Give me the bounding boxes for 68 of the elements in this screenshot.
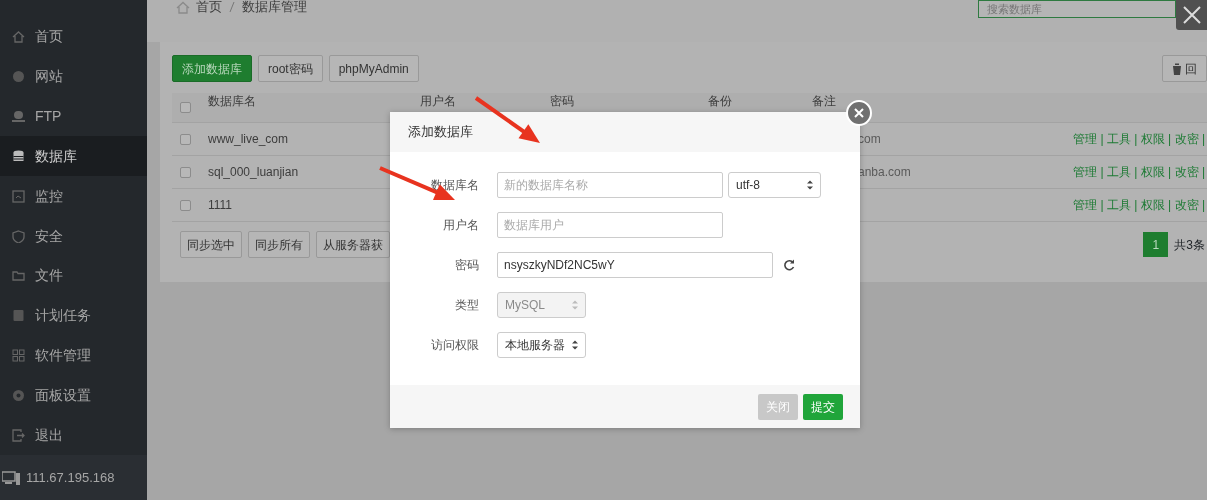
sidebar-item[interactable]: 计划任务 xyxy=(0,295,147,336)
sidebar-item[interactable]: 数据库 xyxy=(0,136,147,177)
page-button[interactable]: 1 xyxy=(1143,232,1169,257)
table-cell-text: anba.com xyxy=(857,164,911,181)
sidebar-item[interactable]: 软件管理 xyxy=(0,335,147,376)
settings-icon xyxy=(12,388,25,402)
sync-button[interactable]: 同步所有 xyxy=(248,231,310,258)
sync-button[interactable]: 从服务器获 xyxy=(316,231,390,258)
select-field[interactable]: 本地服务器 xyxy=(497,331,586,358)
sidebar-item[interactable]: 网站 xyxy=(0,56,147,97)
checkbox[interactable] xyxy=(180,199,191,211)
charset-select[interactable]: utf-8 xyxy=(728,171,821,198)
column-header: 备份 xyxy=(708,93,732,108)
home-icon xyxy=(176,0,190,14)
input-field[interactable]: nsyszkyNDf2NC5wY xyxy=(497,251,773,278)
field-label: 密码 xyxy=(454,256,479,274)
dialog-title: 添加数据库 xyxy=(390,112,860,152)
database-icon xyxy=(12,149,25,163)
table-cell-text: 1111 xyxy=(208,197,233,214)
input-field[interactable]: 新的数据库名称 xyxy=(497,171,723,198)
logout-icon xyxy=(12,428,25,442)
page-total: 共3条 xyxy=(1174,236,1205,254)
sidebar-item[interactable]: 首页 xyxy=(0,17,147,57)
refresh-icon xyxy=(783,258,795,271)
sidebar-item[interactable]: 面板设置 xyxy=(0,375,147,416)
toolbar-button[interactable]: root密码 xyxy=(258,55,323,82)
updown-icon xyxy=(804,179,816,190)
breadcrumb-link[interactable]: 首页 xyxy=(196,0,222,17)
grid-icon xyxy=(12,349,25,363)
submit-button[interactable]: 提交 xyxy=(803,393,843,420)
sidebar-item[interactable]: FTP xyxy=(0,96,147,137)
trash-icon xyxy=(1172,62,1182,75)
toolbar-button[interactable]: 添加数据库 xyxy=(172,55,252,82)
sidebar-item[interactable]: 文件 xyxy=(0,255,147,296)
column-header: 数据库名 xyxy=(208,93,256,108)
table-cell-text: www_live_com xyxy=(208,131,289,148)
monitor-icon xyxy=(12,189,25,203)
field-label: 类型 xyxy=(454,296,479,314)
checkbox[interactable] xyxy=(180,133,191,145)
field-label: 用户名 xyxy=(442,216,479,234)
toolbar-button[interactable]: phpMyAdmin xyxy=(328,55,419,82)
separator-icon xyxy=(228,1,236,13)
computer-icon xyxy=(2,470,20,485)
field-label: 访问权限 xyxy=(430,336,479,354)
sidebar-item[interactable]: 安全 xyxy=(0,216,147,256)
updown-icon xyxy=(569,299,581,310)
table-cell-text: sql_000_luanjian xyxy=(208,164,299,181)
breadcrumb-current: 数据库管理 xyxy=(242,0,307,17)
input-field[interactable]: 数据库用户 xyxy=(497,211,723,238)
close-icon xyxy=(854,108,864,118)
search-field[interactable]: 搜索数据库 xyxy=(978,0,1176,18)
column-header: 备注 xyxy=(812,93,836,108)
folder-icon xyxy=(12,269,25,283)
home-icon xyxy=(12,30,25,44)
sidebar-item[interactable]: 退出 xyxy=(0,415,147,456)
column-header: 密码 xyxy=(550,93,574,108)
recycle-bin-button[interactable]: 回 xyxy=(1162,55,1207,82)
close-icon xyxy=(1182,6,1201,24)
select-field: MySQL xyxy=(497,291,586,318)
sync-button[interactable]: 同步选中 xyxy=(180,231,242,258)
shield-icon xyxy=(12,229,25,243)
checkbox[interactable] xyxy=(180,102,191,113)
sidebar-item[interactable]: 监控 xyxy=(0,176,147,217)
close-button[interactable] xyxy=(1176,0,1207,30)
updown-icon xyxy=(569,339,581,350)
server-ip: 111.67.195.168 xyxy=(26,468,115,487)
checkbox[interactable] xyxy=(180,166,191,178)
column-header: 用户名 xyxy=(420,93,456,108)
